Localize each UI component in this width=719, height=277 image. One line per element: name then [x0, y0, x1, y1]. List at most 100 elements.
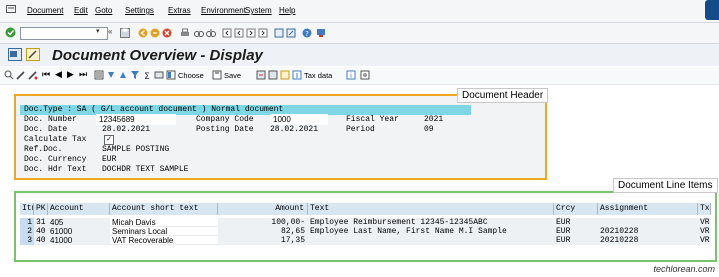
cell-account: 41000	[48, 236, 110, 245]
col-header-account[interactable]: Account	[48, 203, 110, 215]
cell-tx: VR	[698, 227, 711, 236]
document-changes-icon[interactable]	[268, 70, 278, 80]
choose-layout-icon[interactable]	[166, 70, 176, 80]
company-code-value: 1000	[270, 114, 328, 125]
col-header-tx[interactable]: Tx	[698, 203, 711, 215]
menu-settings[interactable]: Settings	[125, 6, 154, 15]
exit-icon[interactable]	[150, 28, 160, 38]
cell-pk: 40	[34, 227, 48, 236]
command-dropdown-icon[interactable]: ▾	[96, 27, 100, 35]
application-toolbar: ⏮ ◀ ▶ ⏭ Σ Choose Save Tax data i	[0, 67, 719, 85]
col-header-crcy[interactable]: Crcy	[554, 203, 598, 215]
svg-text:?: ?	[305, 30, 309, 38]
doc-currency-value: EUR	[102, 155, 117, 164]
cell-account-short-text: Micah Davis	[110, 218, 218, 227]
col-header-amount[interactable]: Amount	[218, 203, 308, 215]
fiscal-year-label: Fiscal Year	[346, 115, 399, 124]
cell-amount: 82,65	[218, 227, 308, 236]
cell-assignment: 20210228	[598, 227, 698, 236]
last-item-icon[interactable]: ⏭	[79, 69, 87, 80]
export-icon[interactable]	[154, 70, 164, 80]
display-change-icon[interactable]	[4, 70, 14, 80]
col-header-pk[interactable]: PK	[34, 203, 48, 215]
cell-account: 61000	[48, 227, 110, 236]
doc-number-value: 12345689	[96, 114, 176, 125]
col-header-text[interactable]: Text	[308, 203, 554, 215]
sap-menu-icon[interactable]	[6, 4, 16, 14]
cell-text: Employee Last Name, First Name M.I Sampl…	[308, 227, 554, 236]
choose-button[interactable]: Choose	[178, 71, 204, 80]
cell-itm[interactable]: 2	[20, 227, 34, 236]
cell-tx: VR	[698, 218, 711, 227]
other-document-icon[interactable]	[28, 70, 38, 80]
line-items-grid: Itm PK Account Account short text Amount…	[14, 191, 717, 262]
display-icon[interactable]	[8, 48, 22, 61]
next-page-icon[interactable]	[246, 28, 256, 38]
doc-date-label: Doc. Date	[24, 125, 68, 134]
title-bar: Document Overview - Display	[0, 44, 719, 66]
menu-help[interactable]: Help	[279, 6, 295, 15]
enter-icon[interactable]	[5, 27, 16, 38]
posting-date-label: Posting Date	[196, 125, 254, 134]
window-controls[interactable]	[705, 0, 719, 20]
calc-tax-checkbox[interactable]: ✓	[104, 135, 114, 145]
edit-icon[interactable]	[16, 70, 26, 80]
reset-icon[interactable]	[256, 70, 266, 80]
total-icon[interactable]: Σ	[142, 70, 152, 80]
find-icon[interactable]	[194, 28, 204, 38]
new-session-icon[interactable]	[274, 28, 284, 38]
attachment-icon[interactable]	[280, 70, 290, 80]
shortcut-icon[interactable]	[286, 28, 296, 38]
last-page-icon[interactable]	[258, 28, 268, 38]
save-icon[interactable]	[120, 28, 130, 38]
document-line-items-callout: Document Line Items	[613, 178, 718, 193]
doc-hdr-text-label: Doc. Hdr Text	[24, 165, 87, 174]
menu-environment[interactable]: Environment	[201, 6, 246, 15]
document-header-callout: Document Header	[457, 88, 549, 103]
doc-hdr-text-value: DOCHDR TEXT SAMPLE	[102, 165, 189, 174]
cell-tx: VR	[698, 236, 711, 245]
help-icon[interactable]: ?	[302, 28, 312, 38]
cancel-icon[interactable]	[162, 28, 172, 38]
cell-crcy: EUR	[554, 218, 598, 227]
menu-edit[interactable]: Edit	[74, 6, 88, 15]
first-item-icon[interactable]: ⏮	[42, 69, 50, 80]
previous-page-icon[interactable]	[234, 28, 244, 38]
save-layout-button[interactable]: Save	[224, 71, 241, 80]
cell-itm[interactable]: 1	[20, 218, 34, 227]
calc-tax-label: Calculate Tax	[24, 135, 87, 144]
col-header-assignment[interactable]: Assignment	[598, 203, 698, 215]
services-icon[interactable]	[360, 70, 370, 80]
cell-itm[interactable]: 3	[20, 236, 34, 245]
filter-icon[interactable]	[130, 70, 140, 80]
menu-goto[interactable]: Goto	[95, 6, 112, 15]
previous-item-icon[interactable]: ◀	[55, 69, 62, 80]
first-page-icon[interactable]	[222, 28, 232, 38]
edit-pencil-icon[interactable]	[26, 48, 40, 61]
details-icon[interactable]	[94, 70, 104, 80]
customize-layout-icon[interactable]	[316, 28, 326, 38]
ref-doc-value: SAMPLE POSTING	[102, 145, 170, 154]
menu-system[interactable]: System	[245, 6, 272, 15]
col-header-itm[interactable]: Itm	[20, 203, 34, 215]
save-layout-icon[interactable]	[212, 70, 222, 80]
sort-ascending-icon[interactable]	[106, 70, 116, 80]
sort-descending-icon[interactable]	[118, 70, 128, 80]
command-field[interactable]	[20, 27, 108, 40]
svg-text:i: i	[350, 72, 352, 80]
command-arrows[interactable]: «	[108, 27, 112, 36]
back-icon[interactable]	[138, 28, 148, 38]
menu-document[interactable]: Document	[27, 6, 63, 15]
menu-bar: Document Edit Goto Settings Extras Envir…	[0, 0, 719, 23]
cell-assignment	[598, 218, 698, 227]
find-next-icon[interactable]	[206, 28, 216, 38]
tax-data-icon[interactable]	[292, 70, 302, 80]
tax-data-button[interactable]: Tax data	[304, 71, 332, 80]
menu-extras[interactable]: Extras	[168, 6, 191, 15]
posting-date-value: 28.02.2021	[270, 125, 319, 134]
col-header-account-short-text[interactable]: Account short text	[110, 203, 218, 215]
print-icon[interactable]	[180, 28, 190, 38]
next-item-icon[interactable]: ▶	[67, 69, 74, 80]
svg-text:Σ: Σ	[144, 72, 150, 80]
info-icon[interactable]: i	[346, 70, 356, 80]
